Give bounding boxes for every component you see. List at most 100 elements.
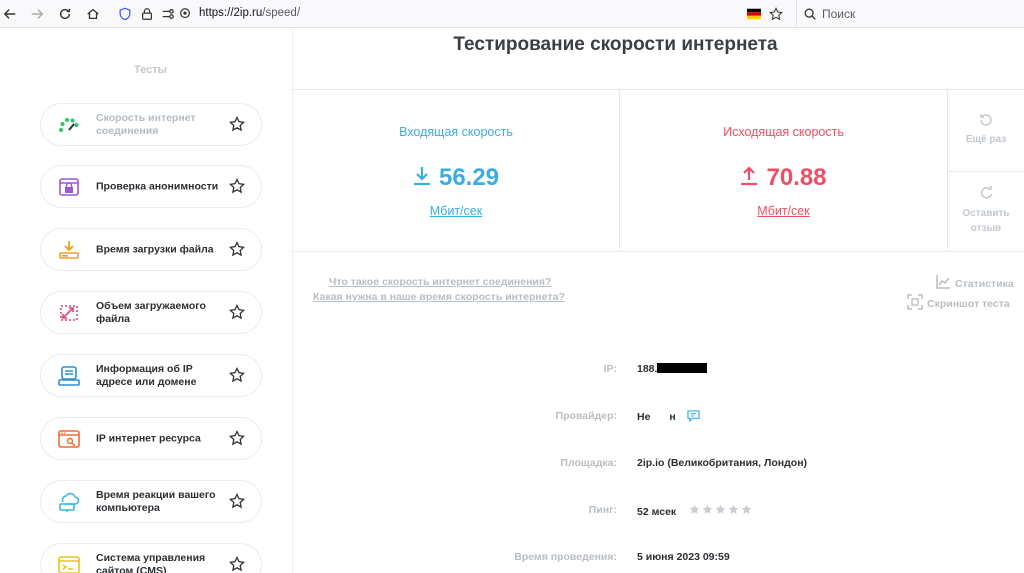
- upload-arrow-icon: [741, 166, 758, 186]
- download-file-icon: [59, 241, 79, 259]
- sidebar-item-reaction-time[interactable]: Время реакции вашего компьютера: [40, 480, 262, 523]
- back-icon[interactable]: [0, 4, 20, 24]
- time-value: 5 июня 2023 09:59: [637, 551, 730, 563]
- favorite-star-icon[interactable]: [229, 304, 245, 320]
- sidebar-title: Тесты: [133, 64, 168, 76]
- time-label: Время проведения:: [514, 551, 617, 563]
- sidebar-item-cms[interactable]: Система управления сайтом (CMS): [40, 543, 262, 573]
- favorite-star-icon[interactable]: [229, 241, 245, 257]
- speed-info-link[interactable]: Что такое скорость интернет соединения?: [329, 276, 551, 288]
- bookmark-star-icon[interactable]: [766, 4, 786, 24]
- rating-star-icon[interactable]: [728, 504, 739, 515]
- web-resource-icon: [58, 430, 80, 448]
- statistics-label: Статистика: [955, 278, 1014, 290]
- favorite-star-icon[interactable]: [229, 493, 245, 509]
- upload-label: Исходящая скорость: [723, 125, 844, 139]
- action-divider: [948, 171, 1024, 172]
- upload-value-row: 70.88: [620, 164, 947, 192]
- repeat-icon: [980, 114, 992, 126]
- download-value-row: 56.29: [293, 164, 619, 192]
- screenshot-button[interactable]: Скриншот теста: [907, 294, 1010, 310]
- download-unit-link[interactable]: Мбит/сек: [293, 204, 619, 218]
- provider-value-start: Не: [637, 411, 651, 423]
- sidebar-item-speed[interactable]: Скорость интернет соединения: [40, 103, 262, 146]
- location-icon[interactable]: [175, 4, 195, 24]
- sidebar-item-ip-info[interactable]: Информация об IP адресе или домене: [40, 354, 262, 397]
- statistics-button[interactable]: Статистика: [935, 274, 1014, 290]
- address-bar[interactable]: https://2ip.ru/speed/: [199, 7, 300, 19]
- sidebar-item-anonymity[interactable]: Проверка анонимности: [40, 165, 262, 208]
- download-result: Входящая скорость 56.29 Мбит/сек: [293, 90, 620, 252]
- search-icon: [800, 4, 820, 24]
- favorite-star-icon[interactable]: [229, 556, 245, 572]
- favorite-star-icon[interactable]: [229, 367, 245, 383]
- anonymity-icon: [59, 178, 79, 196]
- upload-unit-link[interactable]: Мбит/сек: [620, 204, 947, 218]
- favorite-star-icon[interactable]: [229, 116, 245, 132]
- provider-comment-icon[interactable]: [686, 410, 700, 423]
- provider-label: Провайдер:: [555, 410, 617, 422]
- provider-value-end: н: [669, 411, 676, 423]
- sidebar-item-label: Объем загружаемого файла: [96, 299, 206, 325]
- home-icon[interactable]: [83, 4, 103, 24]
- rating-star-icon[interactable]: [702, 504, 713, 515]
- sidebar-item-download-time[interactable]: Время загрузки файла: [40, 228, 262, 271]
- sidebar-item-label: Информация об IP адресе или домене: [96, 362, 197, 388]
- review-label: Оставить отзыв: [962, 208, 1010, 234]
- cms-icon: [58, 556, 80, 573]
- sidebar-item-label: Система управления сайтом (CMS): [96, 551, 206, 573]
- download-label: Входящая скорость: [399, 125, 513, 139]
- ping-value: 52 мсек: [637, 506, 677, 518]
- ping-value-row: 52 мсек: [637, 504, 754, 518]
- repeat-test-button[interactable]: Ещё раз: [948, 112, 1024, 147]
- rating-star-icon[interactable]: [715, 504, 726, 515]
- sidebar-item-label: Время реакции вашего компьютера: [96, 488, 216, 514]
- forward-icon[interactable]: [27, 4, 47, 24]
- download-arrow-icon: [413, 167, 430, 186]
- page-title: Тестирование скорости интернета: [453, 34, 778, 55]
- ip-value: 188.: [637, 363, 658, 375]
- sidebar-item-label: Проверка анонимности: [96, 180, 219, 192]
- lock-icon[interactable]: [137, 4, 157, 24]
- ping-rating: [689, 504, 754, 518]
- tests-sidebar: Тесты Скорость интернет соединения Прове…: [8, 29, 293, 573]
- site-value: 2ip.io (Великобритания, Лондон): [637, 457, 808, 469]
- url-host: https://2ip.ru: [199, 7, 263, 19]
- sidebar-item-label: Скорость интернет соединения: [96, 111, 196, 137]
- redaction-bar: [657, 363, 708, 373]
- ping-label: Пинг:: [588, 504, 617, 516]
- speed-results-panel: Входящая скорость 56.29 Мбит/сек Исходящ…: [293, 89, 1024, 252]
- favorite-star-icon[interactable]: [229, 430, 245, 446]
- rating-star-icon[interactable]: [689, 504, 700, 515]
- download-value: 56.29: [438, 164, 500, 191]
- screenshot-icon: [907, 294, 923, 310]
- url-path: /speed/: [262, 7, 301, 19]
- search-field[interactable]: Поиск: [796, 0, 1024, 28]
- sidebar-item-label: IP интернет ресурса: [96, 432, 201, 444]
- ip-value-row: 188.: [637, 363, 708, 375]
- speedometer-icon: [59, 118, 79, 132]
- provider-value-row: Не н: [637, 410, 700, 423]
- site-label: Площадка:: [560, 457, 617, 469]
- sidebar-item-file-size[interactable]: Объем загружаемого файла: [40, 291, 262, 334]
- favorite-star-icon[interactable]: [229, 178, 245, 194]
- review-icon: [980, 186, 993, 199]
- file-size-icon: [60, 305, 78, 321]
- ip-label: IP:: [603, 363, 617, 375]
- shield-icon[interactable]: [115, 4, 135, 24]
- repeat-label: Ещё раз: [965, 134, 1007, 145]
- sidebar-item-web-resource[interactable]: IP интернет ресурса: [40, 417, 262, 460]
- leave-review-button[interactable]: Оставить отзыв: [948, 186, 1024, 236]
- ip-info-icon: [58, 366, 80, 386]
- browser-toolbar: https://2ip.ru/speed/ Поиск: [0, 0, 1024, 28]
- reload-icon[interactable]: [55, 4, 75, 24]
- screenshot-label: Скриншот теста: [927, 298, 1010, 310]
- upload-value: 70.88: [766, 164, 827, 191]
- sidebar-item-label: Время загрузки файла: [96, 243, 214, 255]
- rating-star-icon[interactable]: [741, 504, 752, 515]
- upload-result: Исходящая скорость 70.88 Мбит/сек: [620, 90, 948, 252]
- reaction-time-icon: [59, 492, 80, 512]
- german-flag-icon[interactable]: [744, 4, 764, 24]
- statistics-icon: [936, 275, 950, 289]
- speed-needed-link[interactable]: Какая нужна в наше время скорость интерн…: [313, 291, 565, 303]
